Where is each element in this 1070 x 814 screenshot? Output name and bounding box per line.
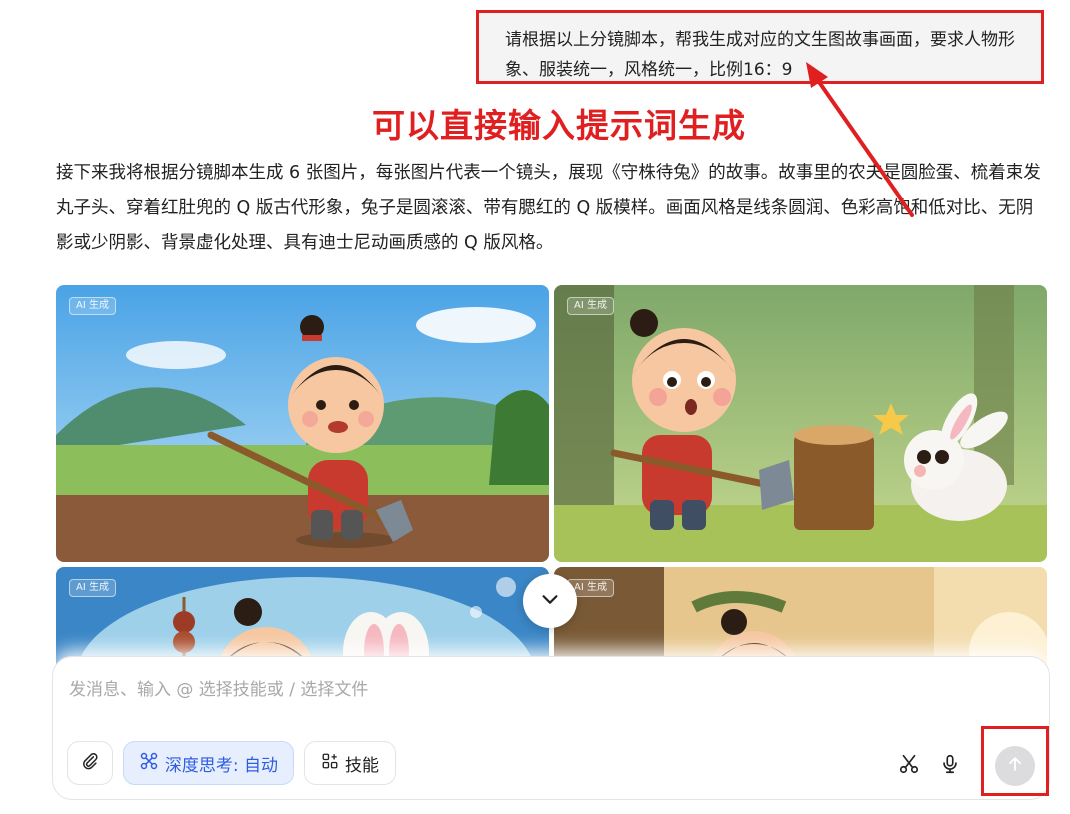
farmer-digging-illustration <box>56 285 549 562</box>
deep-think-label: 深度思考: 自动 <box>164 755 279 776</box>
generated-image-2[interactable]: AI 生成 <box>554 285 1047 562</box>
user-message-bubble: 请根据以上分镜脚本，帮我生成对应的文生图故事画面，要求人物形象、服装统一，风格统… <box>476 10 1044 84</box>
ai-generated-badge: AI 生成 <box>69 297 116 315</box>
scissors-icon[interactable] <box>896 751 922 777</box>
arrow-up-icon <box>1005 754 1025 778</box>
chevron-down-icon <box>539 588 561 614</box>
message-composer: 深度思考: 自动 技能 <box>52 656 1050 800</box>
skills-label: 技能 <box>345 755 379 776</box>
user-message-text: 请根据以上分镜脚本，帮我生成对应的文生图故事画面，要求人物形象、服装统一，风格统… <box>505 30 1015 80</box>
generated-image-1[interactable]: AI 生成 <box>56 285 549 562</box>
rabbit-and-stump-illustration <box>554 285 1047 562</box>
deep-think-toggle[interactable]: 深度思考: 自动 <box>123 741 294 785</box>
skills-button[interactable]: 技能 <box>304 741 396 785</box>
scroll-down-button[interactable] <box>523 574 577 628</box>
ai-generated-badge: AI 生成 <box>567 297 614 315</box>
paperclip-icon <box>80 751 100 776</box>
ai-generated-badge: AI 生成 <box>69 579 116 597</box>
send-button[interactable] <box>995 746 1035 786</box>
attach-file-button[interactable] <box>67 741 113 785</box>
atom-icon <box>139 751 159 776</box>
assistant-reply-text: 接下来我将根据分镜脚本生成 6 张图片，每张图片代表一个镜头，展现《守株待兔》的… <box>56 163 1041 253</box>
skills-grid-icon <box>321 752 339 775</box>
message-input[interactable] <box>67 671 1031 709</box>
microphone-icon[interactable] <box>937 751 963 777</box>
annotation-title: 可以直接输入提示词生成 <box>372 106 746 145</box>
